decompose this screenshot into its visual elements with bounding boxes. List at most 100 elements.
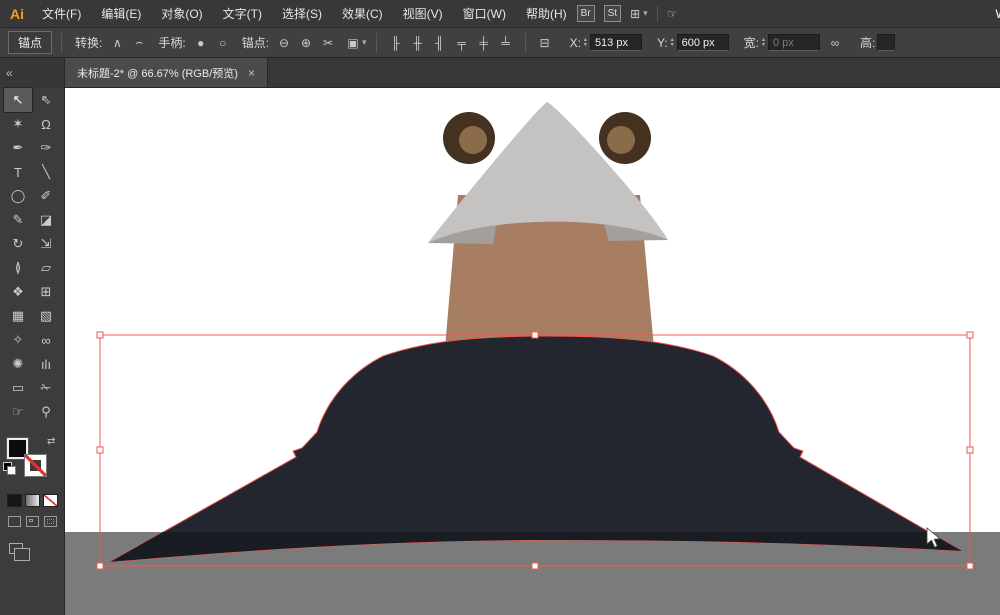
align-left-icon[interactable]: ╟ bbox=[386, 33, 406, 52]
y-stepper[interactable]: ▴▾ bbox=[670, 38, 675, 48]
workspace-switcher-icon[interactable]: ⊞ bbox=[630, 7, 640, 21]
none-button[interactable] bbox=[43, 494, 58, 507]
direct-selection-tool[interactable]: ⇖ bbox=[32, 88, 60, 112]
add-anchor-point-tool[interactable]: ✑ bbox=[32, 136, 60, 160]
width-tool[interactable]: ≬ bbox=[4, 256, 32, 280]
hide-handles-icon[interactable]: ○ bbox=[213, 33, 233, 52]
paintbrush-tool[interactable]: ✐ bbox=[32, 184, 60, 208]
free-transform-tool[interactable]: ▱ bbox=[32, 256, 60, 280]
convert-smooth-icon[interactable]: ⌢ bbox=[129, 33, 149, 52]
collapse-panel-icon[interactable]: « bbox=[0, 58, 64, 88]
line-segment-tool[interactable]: ╲ bbox=[32, 160, 60, 184]
handle-bottom-left[interactable] bbox=[97, 563, 103, 569]
stock-button[interactable]: St bbox=[604, 5, 621, 22]
menu-select[interactable]: 选择(S) bbox=[272, 0, 332, 27]
link-dimensions-icon[interactable]: ∞ bbox=[825, 33, 845, 52]
gradient-tool[interactable]: ▧ bbox=[32, 304, 60, 328]
hand-tool[interactable]: ☞ bbox=[4, 400, 32, 424]
menu-type[interactable]: 文字(T) bbox=[213, 0, 272, 27]
menu-edit[interactable]: 编辑(E) bbox=[91, 0, 151, 27]
handle-top-center[interactable] bbox=[532, 332, 538, 338]
rotate-tool[interactable]: ↻ bbox=[4, 232, 32, 256]
document-tab[interactable]: 未标题-2* @ 66.67% (RGB/预览) × bbox=[65, 58, 268, 87]
eraser-tool[interactable]: ◪ bbox=[32, 208, 60, 232]
shape-builder-tool[interactable]: ❖ bbox=[4, 280, 32, 304]
artboard-tool[interactable]: ▭ bbox=[4, 376, 32, 400]
handle-bottom-center[interactable] bbox=[532, 563, 538, 569]
document-tab-bar: 未标题-2* @ 66.67% (RGB/预览) × bbox=[65, 58, 1000, 88]
draw-behind-icon[interactable] bbox=[26, 516, 39, 527]
zoom-tool[interactable]: ⚲ bbox=[32, 400, 60, 424]
align-middle-icon[interactable]: ╪ bbox=[474, 33, 494, 52]
pencil-tool[interactable]: ✎ bbox=[4, 208, 32, 232]
align-right-icon[interactable]: ╢ bbox=[430, 33, 450, 52]
coat-shape-selected[interactable] bbox=[110, 336, 962, 562]
show-handles-icon[interactable]: ● bbox=[191, 33, 211, 52]
pen-tool[interactable]: ✒ bbox=[4, 136, 32, 160]
menu-object[interactable]: 对象(O) bbox=[151, 0, 212, 27]
menu-view[interactable]: 视图(V) bbox=[393, 0, 453, 27]
stepper-down-icon[interactable]: ▾ bbox=[671, 43, 674, 48]
menu-help[interactable]: 帮助(H) bbox=[516, 0, 577, 27]
cut-path-icon[interactable]: ✂ bbox=[318, 33, 338, 52]
menu-effect[interactable]: 效果(C) bbox=[332, 0, 393, 27]
x-stepper[interactable]: ▴▾ bbox=[583, 38, 588, 48]
anchors-label: 锚点: bbox=[242, 34, 269, 51]
swap-fill-stroke-icon[interactable]: ⇄ bbox=[47, 436, 55, 447]
symbol-sprayer-tool[interactable]: ✺ bbox=[4, 352, 32, 376]
draw-inside-icon[interactable] bbox=[44, 516, 57, 527]
type-tool[interactable]: T bbox=[4, 160, 32, 184]
menu-window[interactable]: 窗口(W) bbox=[453, 0, 516, 27]
chevron-down-icon[interactable]: ▾ bbox=[643, 8, 648, 19]
handle-top-left[interactable] bbox=[97, 332, 103, 338]
blend-tool[interactable]: ∞ bbox=[32, 328, 60, 352]
column-graph-tool[interactable]: ılı bbox=[32, 352, 60, 376]
align-center-h-icon[interactable]: ╫ bbox=[408, 33, 428, 52]
stepper-down-icon[interactable]: ▾ bbox=[584, 43, 587, 48]
screen-mode-row bbox=[0, 543, 64, 554]
x-input[interactable]: 513 px bbox=[590, 34, 642, 51]
character-illustration[interactable] bbox=[428, 102, 668, 348]
stroke-swatch[interactable] bbox=[25, 455, 46, 476]
default-fill-stroke-icon[interactable] bbox=[3, 462, 15, 474]
magic-wand-tool[interactable]: ✶ bbox=[4, 112, 32, 136]
gradient-button[interactable] bbox=[25, 494, 40, 507]
chevron-down-icon[interactable]: ▾ bbox=[362, 37, 367, 48]
width-stepper[interactable]: ▴▾ bbox=[761, 38, 766, 48]
handles-label: 手柄: bbox=[158, 34, 185, 51]
bridge-button[interactable]: Br bbox=[577, 5, 595, 22]
close-icon[interactable]: × bbox=[248, 66, 255, 80]
width-label: 宽: bbox=[744, 34, 759, 51]
eyedropper-tool[interactable]: ✧ bbox=[4, 328, 32, 352]
isolate-selected-icon[interactable]: ▣ bbox=[343, 33, 363, 52]
screen-mode-icon[interactable] bbox=[9, 543, 23, 554]
draw-normal-icon[interactable] bbox=[8, 516, 21, 527]
width-input[interactable]: 0 px bbox=[768, 34, 820, 51]
convert-corner-icon[interactable]: ∧ bbox=[107, 33, 127, 52]
stepper-down-icon[interactable]: ▾ bbox=[762, 43, 765, 48]
handle-middle-left[interactable] bbox=[97, 447, 103, 453]
height-input[interactable] bbox=[877, 34, 895, 51]
perspective-grid-tool[interactable]: ⊞ bbox=[32, 280, 60, 304]
selection-tool[interactable]: ↖ bbox=[4, 88, 32, 112]
align-bottom-icon[interactable]: ╧ bbox=[496, 33, 516, 52]
mesh-tool[interactable]: ▦ bbox=[4, 304, 32, 328]
handle-bottom-right[interactable] bbox=[967, 563, 973, 569]
color-button[interactable] bbox=[7, 494, 22, 507]
add-anchor-icon[interactable]: ⊕ bbox=[296, 33, 316, 52]
artboard-canvas[interactable] bbox=[65, 88, 1000, 615]
menu-file[interactable]: 文件(F) bbox=[32, 0, 91, 27]
lasso-tool[interactable]: Ω bbox=[32, 112, 60, 136]
handle-top-right[interactable] bbox=[967, 332, 973, 338]
reference-point-icon[interactable]: ⊟ bbox=[535, 33, 555, 52]
handle-middle-right[interactable] bbox=[967, 447, 973, 453]
scale-tool[interactable]: ⇲ bbox=[32, 232, 60, 256]
ellipse-tool[interactable]: ◯ bbox=[4, 184, 32, 208]
remove-anchor-icon[interactable]: ⊖ bbox=[274, 33, 294, 52]
document-tab-title: 未标题-2* @ 66.67% (RGB/预览) bbox=[77, 65, 238, 81]
share-hand-icon[interactable]: ☞ bbox=[667, 7, 678, 21]
align-top-icon[interactable]: ╤ bbox=[452, 33, 472, 52]
coat-path[interactable] bbox=[110, 336, 962, 562]
slice-tool[interactable]: ✁ bbox=[32, 376, 60, 400]
y-input[interactable]: 600 px bbox=[677, 34, 729, 51]
